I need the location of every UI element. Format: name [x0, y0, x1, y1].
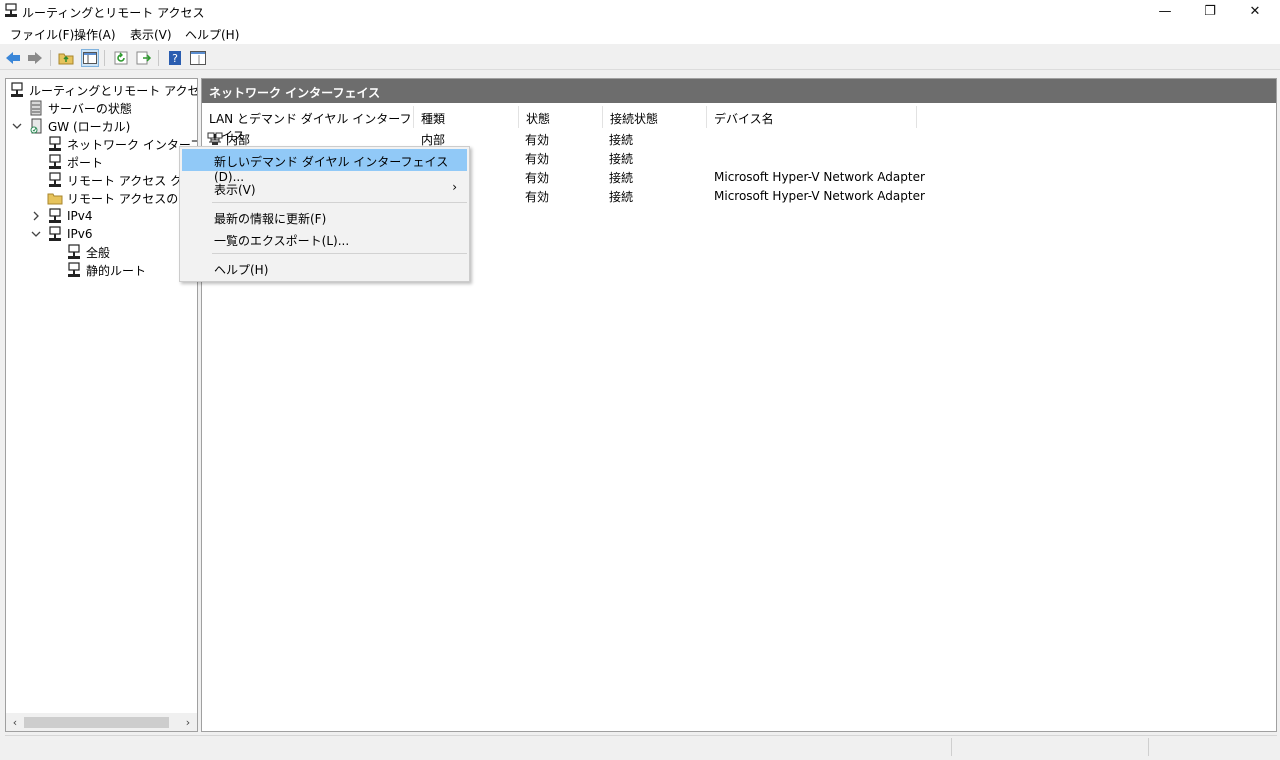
- tree-item-label: 全般: [86, 245, 111, 260]
- back-arrow-icon[interactable]: [4, 49, 22, 67]
- submenu-arrow-icon: ›: [452, 180, 457, 194]
- static-routes-icon: [68, 262, 80, 277]
- tree-item-label: 静的ルート: [86, 263, 147, 278]
- network-interface-icon: [49, 136, 61, 151]
- ipv6-icon: [49, 226, 61, 241]
- column-header-type[interactable]: 種類: [414, 106, 519, 128]
- server-node-icon: [30, 118, 42, 134]
- scroll-right-arrow-icon[interactable]: ›: [180, 714, 196, 730]
- tree-pane: ルーティングとリモート アクセス サーバーの状態 GW (ローカル) ネットワー…: [5, 78, 198, 732]
- restore-button[interactable]: ❐: [1187, 0, 1233, 22]
- menu-separator: [212, 253, 467, 254]
- column-header-device-name[interactable]: デバイス名: [707, 106, 917, 128]
- menu-separator: [212, 202, 467, 203]
- properties-icon[interactable]: [189, 49, 207, 67]
- menu-item-new-demand-dial-interface[interactable]: 新しいデマンド ダイヤル インターフェイス(D)...: [182, 149, 467, 184]
- menu-item-refresh[interactable]: 最新の情報に更新(F): [182, 206, 467, 228]
- tree-root-label: ルーティングとリモート アクセス: [29, 83, 198, 98]
- cell-interface: 内部: [226, 132, 251, 147]
- column-header-connection-state[interactable]: 接続状態: [603, 106, 707, 128]
- close-button[interactable]: ✕: [1232, 0, 1278, 22]
- tree-item-server-status[interactable]: サーバーの状態: [28, 99, 132, 117]
- tree-item-label: IPv6: [67, 227, 93, 241]
- title-bar: ルーティングとリモート アクセス — ❐ ✕: [0, 0, 1280, 22]
- menu-item-view[interactable]: 表示(V) ›: [182, 177, 467, 199]
- internal-interface-icon: [207, 132, 223, 145]
- cell-connection-state: 接続: [609, 151, 634, 166]
- expand-chevron-down-icon[interactable]: [11, 117, 23, 135]
- tree-item-gw-local[interactable]: GW (ローカル): [28, 117, 130, 135]
- show-hide-tree-icon[interactable]: [81, 49, 99, 67]
- content-header: ネットワーク インターフェイス: [202, 79, 1276, 103]
- routing-app-icon: [5, 3, 17, 17]
- tree-item-label: ポート: [67, 155, 104, 170]
- status-segment: [1148, 738, 1277, 756]
- tree-item-label: サーバーの状態: [48, 101, 132, 116]
- scroll-left-arrow-icon[interactable]: ‹: [7, 714, 23, 730]
- menu-view[interactable]: 表示(V): [130, 26, 172, 43]
- cell-connection-state: 接続: [609, 189, 634, 204]
- tree-item-static-routes[interactable]: 静的ルート: [66, 261, 146, 279]
- cell-status: 有効: [525, 151, 550, 166]
- menu-help[interactable]: ヘルプ(H): [185, 26, 239, 43]
- help-icon[interactable]: ?: [166, 49, 184, 67]
- toolbar: ?: [0, 46, 1280, 70]
- tree-item-network-interfaces[interactable]: ネットワーク インターフェイス: [47, 135, 197, 153]
- refresh-icon[interactable]: [112, 49, 130, 67]
- toolbar-separator: [104, 50, 105, 66]
- expand-chevron-down-icon[interactable]: [30, 225, 42, 243]
- cell-device-name: Microsoft Hyper-V Network Adapter: [714, 170, 925, 184]
- status-bar: [5, 735, 1277, 757]
- cell-status: 有効: [525, 132, 550, 147]
- column-header-interface[interactable]: LAN とデマンド ダイヤル インターフェイス: [202, 106, 414, 143]
- cell-device-name: Microsoft Hyper-V Network Adapter: [714, 189, 925, 203]
- menu-item-export-list[interactable]: 一覧のエクスポート(L)...: [182, 228, 467, 250]
- tree-item-label: IPv4: [67, 209, 93, 223]
- tree-item-ipv6[interactable]: IPv6: [47, 225, 93, 243]
- minimize-button[interactable]: —: [1142, 0, 1188, 22]
- up-folder-icon[interactable]: [57, 49, 75, 67]
- column-header-status[interactable]: 状態: [519, 106, 603, 128]
- tree-item-general[interactable]: 全般: [66, 243, 110, 261]
- scroll-thumb[interactable]: [24, 717, 169, 728]
- export-list-icon[interactable]: [135, 49, 153, 67]
- forward-arrow-icon[interactable]: [26, 49, 44, 67]
- ports-icon: [49, 154, 61, 169]
- cell-connection-state: 接続: [609, 170, 634, 185]
- remote-clients-icon: [49, 172, 61, 187]
- menu-item-help[interactable]: ヘルプ(H): [182, 257, 467, 279]
- cell-status: 有効: [525, 189, 550, 204]
- menu-bar: ファイル(F) 操作(A) 表示(V) ヘルプ(H): [0, 22, 1280, 44]
- tree-item-ipv4[interactable]: IPv4: [47, 207, 93, 225]
- tree-item-remote-access-clients[interactable]: リモート アクセス クライア: [47, 171, 197, 189]
- context-menu: 新しいデマンド ダイヤル インターフェイス(D)... 表示(V) › 最新の情…: [179, 146, 470, 282]
- menu-file[interactable]: ファイル(F): [10, 26, 74, 43]
- general-icon: [68, 244, 80, 259]
- svg-text:?: ?: [172, 52, 178, 65]
- window-title: ルーティングとリモート アクセス: [22, 6, 205, 20]
- menu-action[interactable]: 操作(A): [74, 26, 116, 43]
- ipv4-icon: [49, 208, 61, 223]
- menu-item-view-label: 表示(V): [214, 183, 256, 197]
- tree-horizontal-scrollbar[interactable]: ‹ ›: [6, 713, 197, 731]
- expand-chevron-right-icon[interactable]: [30, 207, 42, 225]
- status-segment: [951, 738, 1148, 756]
- cell-status: 有効: [525, 170, 550, 185]
- tree-item-remote-access-logging[interactable]: リモート アクセスのログと: [47, 189, 197, 207]
- folder-icon: [47, 193, 63, 205]
- toolbar-separator: [50, 50, 51, 66]
- tree-root[interactable]: ルーティングとリモート アクセス: [9, 81, 198, 99]
- routing-node-icon: [11, 82, 23, 97]
- toolbar-separator: [158, 50, 159, 66]
- tree-item-ports[interactable]: ポート: [47, 153, 103, 171]
- server-status-icon: [30, 100, 42, 116]
- cell-connection-state: 接続: [609, 132, 634, 147]
- tree-item-label: GW (ローカル): [48, 119, 131, 134]
